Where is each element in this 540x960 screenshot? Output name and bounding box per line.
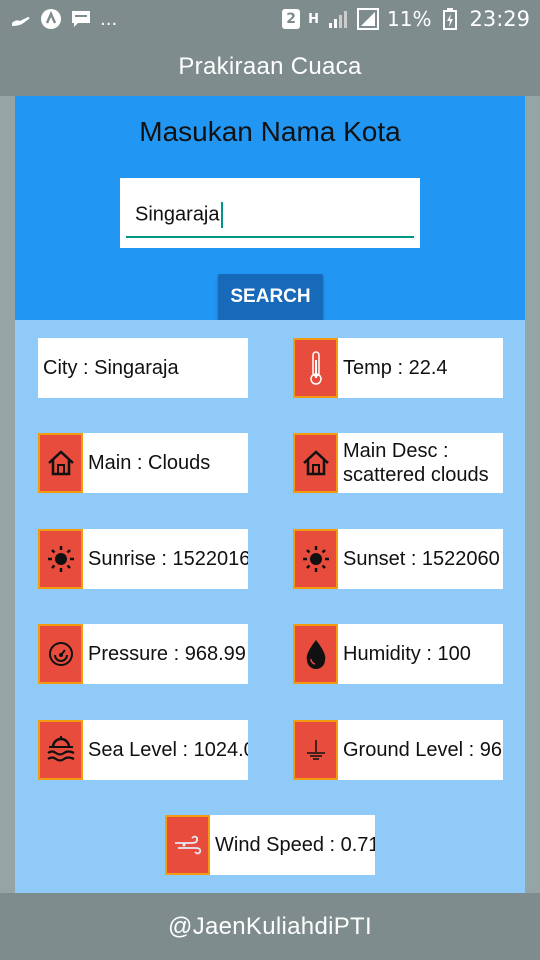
right-margin (525, 96, 540, 893)
footer-credit: @JaenKuliahdiPTI (168, 912, 372, 940)
sun-icon (38, 529, 83, 589)
sunset-card: Sunset : 1522060 (293, 529, 503, 589)
battery-charging-icon (439, 8, 461, 30)
app-title: Prakiraan Cuaca (178, 53, 362, 80)
weather-results: City : Singaraja Temp : 22.4 Main : Clou… (15, 320, 525, 893)
temp-card: Temp : 22.4 (293, 338, 503, 398)
network-type: H (308, 11, 320, 27)
wind-speed-card: Wind Speed : 0.71 (165, 815, 375, 875)
more-notifications: ... (100, 8, 118, 30)
battery-percent: 11% (387, 7, 432, 31)
ground-level-text: Ground Level : 96 (343, 738, 502, 761)
wind-speed-text: Wind Speed : 0.71 (215, 833, 375, 856)
signal-box-icon (357, 8, 380, 30)
water-drop-icon (293, 624, 338, 684)
city-input[interactable]: Singaraja (120, 178, 420, 248)
main-desc-card: Main Desc : scattered clouds (293, 433, 503, 493)
app-bar: Prakiraan Cuaca (0, 38, 540, 96)
pressure-text: Pressure : 968.99 (88, 642, 246, 665)
thermometer-icon (293, 338, 338, 398)
sea-level-card: Sea Level : 1024.0 (38, 720, 248, 780)
chat-icon (70, 8, 92, 30)
main-text: Main : Clouds (88, 451, 211, 474)
wind-icon (165, 815, 210, 875)
city-text: City : Singaraja (43, 356, 179, 379)
signal-icon (327, 8, 349, 30)
sea-level-icon (38, 720, 83, 780)
main-desc-text: Main Desc : scattered clouds (343, 440, 489, 486)
status-bar: ... 2 H 11% 23:29 (0, 0, 540, 38)
temp-text: Temp : 22.4 (343, 356, 448, 379)
sun-icon (293, 529, 338, 589)
sunrise-text: Sunrise : 1522016 (88, 547, 248, 570)
sea-level-text: Sea Level : 1024.0 (88, 738, 248, 761)
house-icon (293, 433, 338, 493)
input-underline (126, 236, 414, 238)
search-heading: Masukan Nama Kota (139, 116, 401, 147)
house-icon (38, 433, 83, 493)
sim-badge: 2 (282, 9, 301, 29)
city-input-value[interactable]: Singaraja (135, 203, 220, 225)
sunrise-card: Sunrise : 1522016 (38, 529, 248, 589)
pressure-card: Pressure : 968.99 (38, 624, 248, 684)
gauge-icon (38, 624, 83, 684)
footer: @JaenKuliahdiPTI (0, 893, 540, 960)
clock: 23:29 (469, 7, 530, 31)
main-card: Main : Clouds (38, 433, 248, 493)
search-button[interactable]: SEARCH (218, 274, 323, 320)
left-margin (0, 96, 15, 893)
hand-wave-icon (10, 8, 32, 30)
text-cursor (220, 202, 223, 228)
humidity-text: Humidity : 100 (343, 642, 471, 665)
ground-icon (293, 720, 338, 780)
city-card: City : Singaraja (38, 338, 248, 398)
search-panel: Masukan Nama Kota Singaraja SEARCH (15, 96, 525, 320)
humidity-card: Humidity : 100 (293, 624, 503, 684)
app-circle-icon (40, 8, 62, 30)
ground-level-card: Ground Level : 96 (293, 720, 503, 780)
sunset-text: Sunset : 1522060 (343, 547, 500, 570)
